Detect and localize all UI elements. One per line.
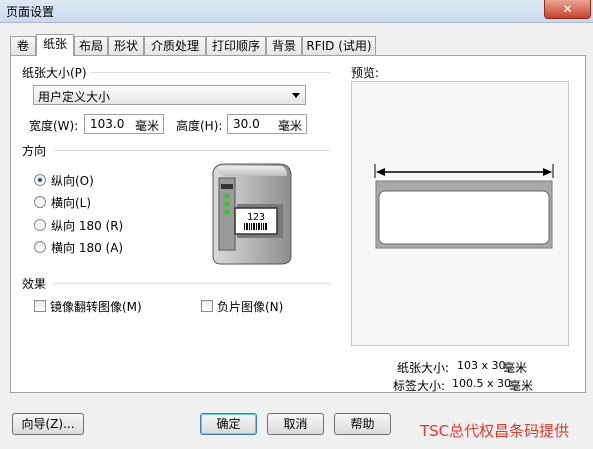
radio-landscape-label: 横向(L) [51,196,92,210]
radio-landscape[interactable] [34,196,46,208]
title-bar [0,0,593,23]
paper-size-value: 用户定义大小 [38,90,111,104]
close-icon: ✕ [562,2,573,16]
tab-paper[interactable]: 纸张 [36,34,74,56]
tab-layout[interactable]: 布局 [74,36,108,55]
effects-section-label: 效果 [22,275,47,292]
radio-portrait[interactable] [34,174,46,186]
window-title: 页面设置 [6,5,55,19]
height-label: 高度(H): [176,119,223,133]
divider [54,150,330,151]
preview-label: 预览: [351,66,380,80]
divider [54,283,330,284]
width-field[interactable]: 103.0 毫米 [84,114,164,134]
help-button[interactable]: 帮助 [334,413,391,435]
orientation-section-label: 方向 [22,142,47,159]
paper-size-info-value: 103 x 30 [457,359,506,372]
radio-landscape-180-label: 横向 180 (A) [51,241,124,255]
close-button[interactable]: ✕ [544,0,591,19]
tab-background[interactable]: 背景 [266,36,302,55]
label-size-info-label: 标签大小: [393,379,446,393]
width-label: 宽度(W): [29,119,79,133]
cancel-button[interactable]: 取消 [267,413,324,435]
radio-portrait-180-label: 纵向 180 (R) [51,219,124,233]
chevron-down-icon [292,93,300,98]
printer-icon: 123 [212,163,292,265]
tab-roll[interactable]: 卷 [10,36,36,55]
negative-checkbox[interactable] [201,300,213,312]
radio-portrait-label: 纵向(O) [51,174,94,188]
radio-landscape-180[interactable] [34,241,46,253]
tab-media[interactable]: 介质处理 [144,36,206,55]
radio-portrait-180[interactable] [34,219,46,231]
label-preview [374,164,554,249]
wizard-button[interactable]: 向导(Z)... [12,413,84,435]
height-field[interactable]: 30.0 毫米 [227,114,307,134]
tab-print-order[interactable]: 打印顺序 [206,36,266,55]
mirror-checkbox[interactable] [34,300,46,312]
paper-size-info-unit: 毫米 [503,361,528,375]
height-unit: 毫米 [277,119,302,133]
ok-button[interactable]: 确定 [200,413,257,435]
watermark-text: TSC总代权昌条码提供 [420,422,570,440]
label-size-info-unit: 毫米 [509,379,534,393]
mirror-label: 镜像翻转图像(M) [50,300,142,314]
label-size-info-value: 100.5 x 30 [452,377,511,390]
width-value: 103.0 [90,117,125,131]
paper-size-section-label: 纸张大小(P) [22,64,87,81]
negative-label: 负片图像(N) [217,300,284,314]
paper-size-select[interactable]: 用户定义大小 [33,85,306,105]
divider [90,72,330,73]
printer-label-text: 123 [247,212,265,223]
tab-rfid[interactable]: RFID (试用) [302,36,376,55]
paper-size-info-label: 纸张大小: [397,361,450,375]
tab-shape[interactable]: 形状 [108,36,144,55]
width-unit: 毫米 [134,119,159,133]
height-value: 30.0 [233,117,260,131]
